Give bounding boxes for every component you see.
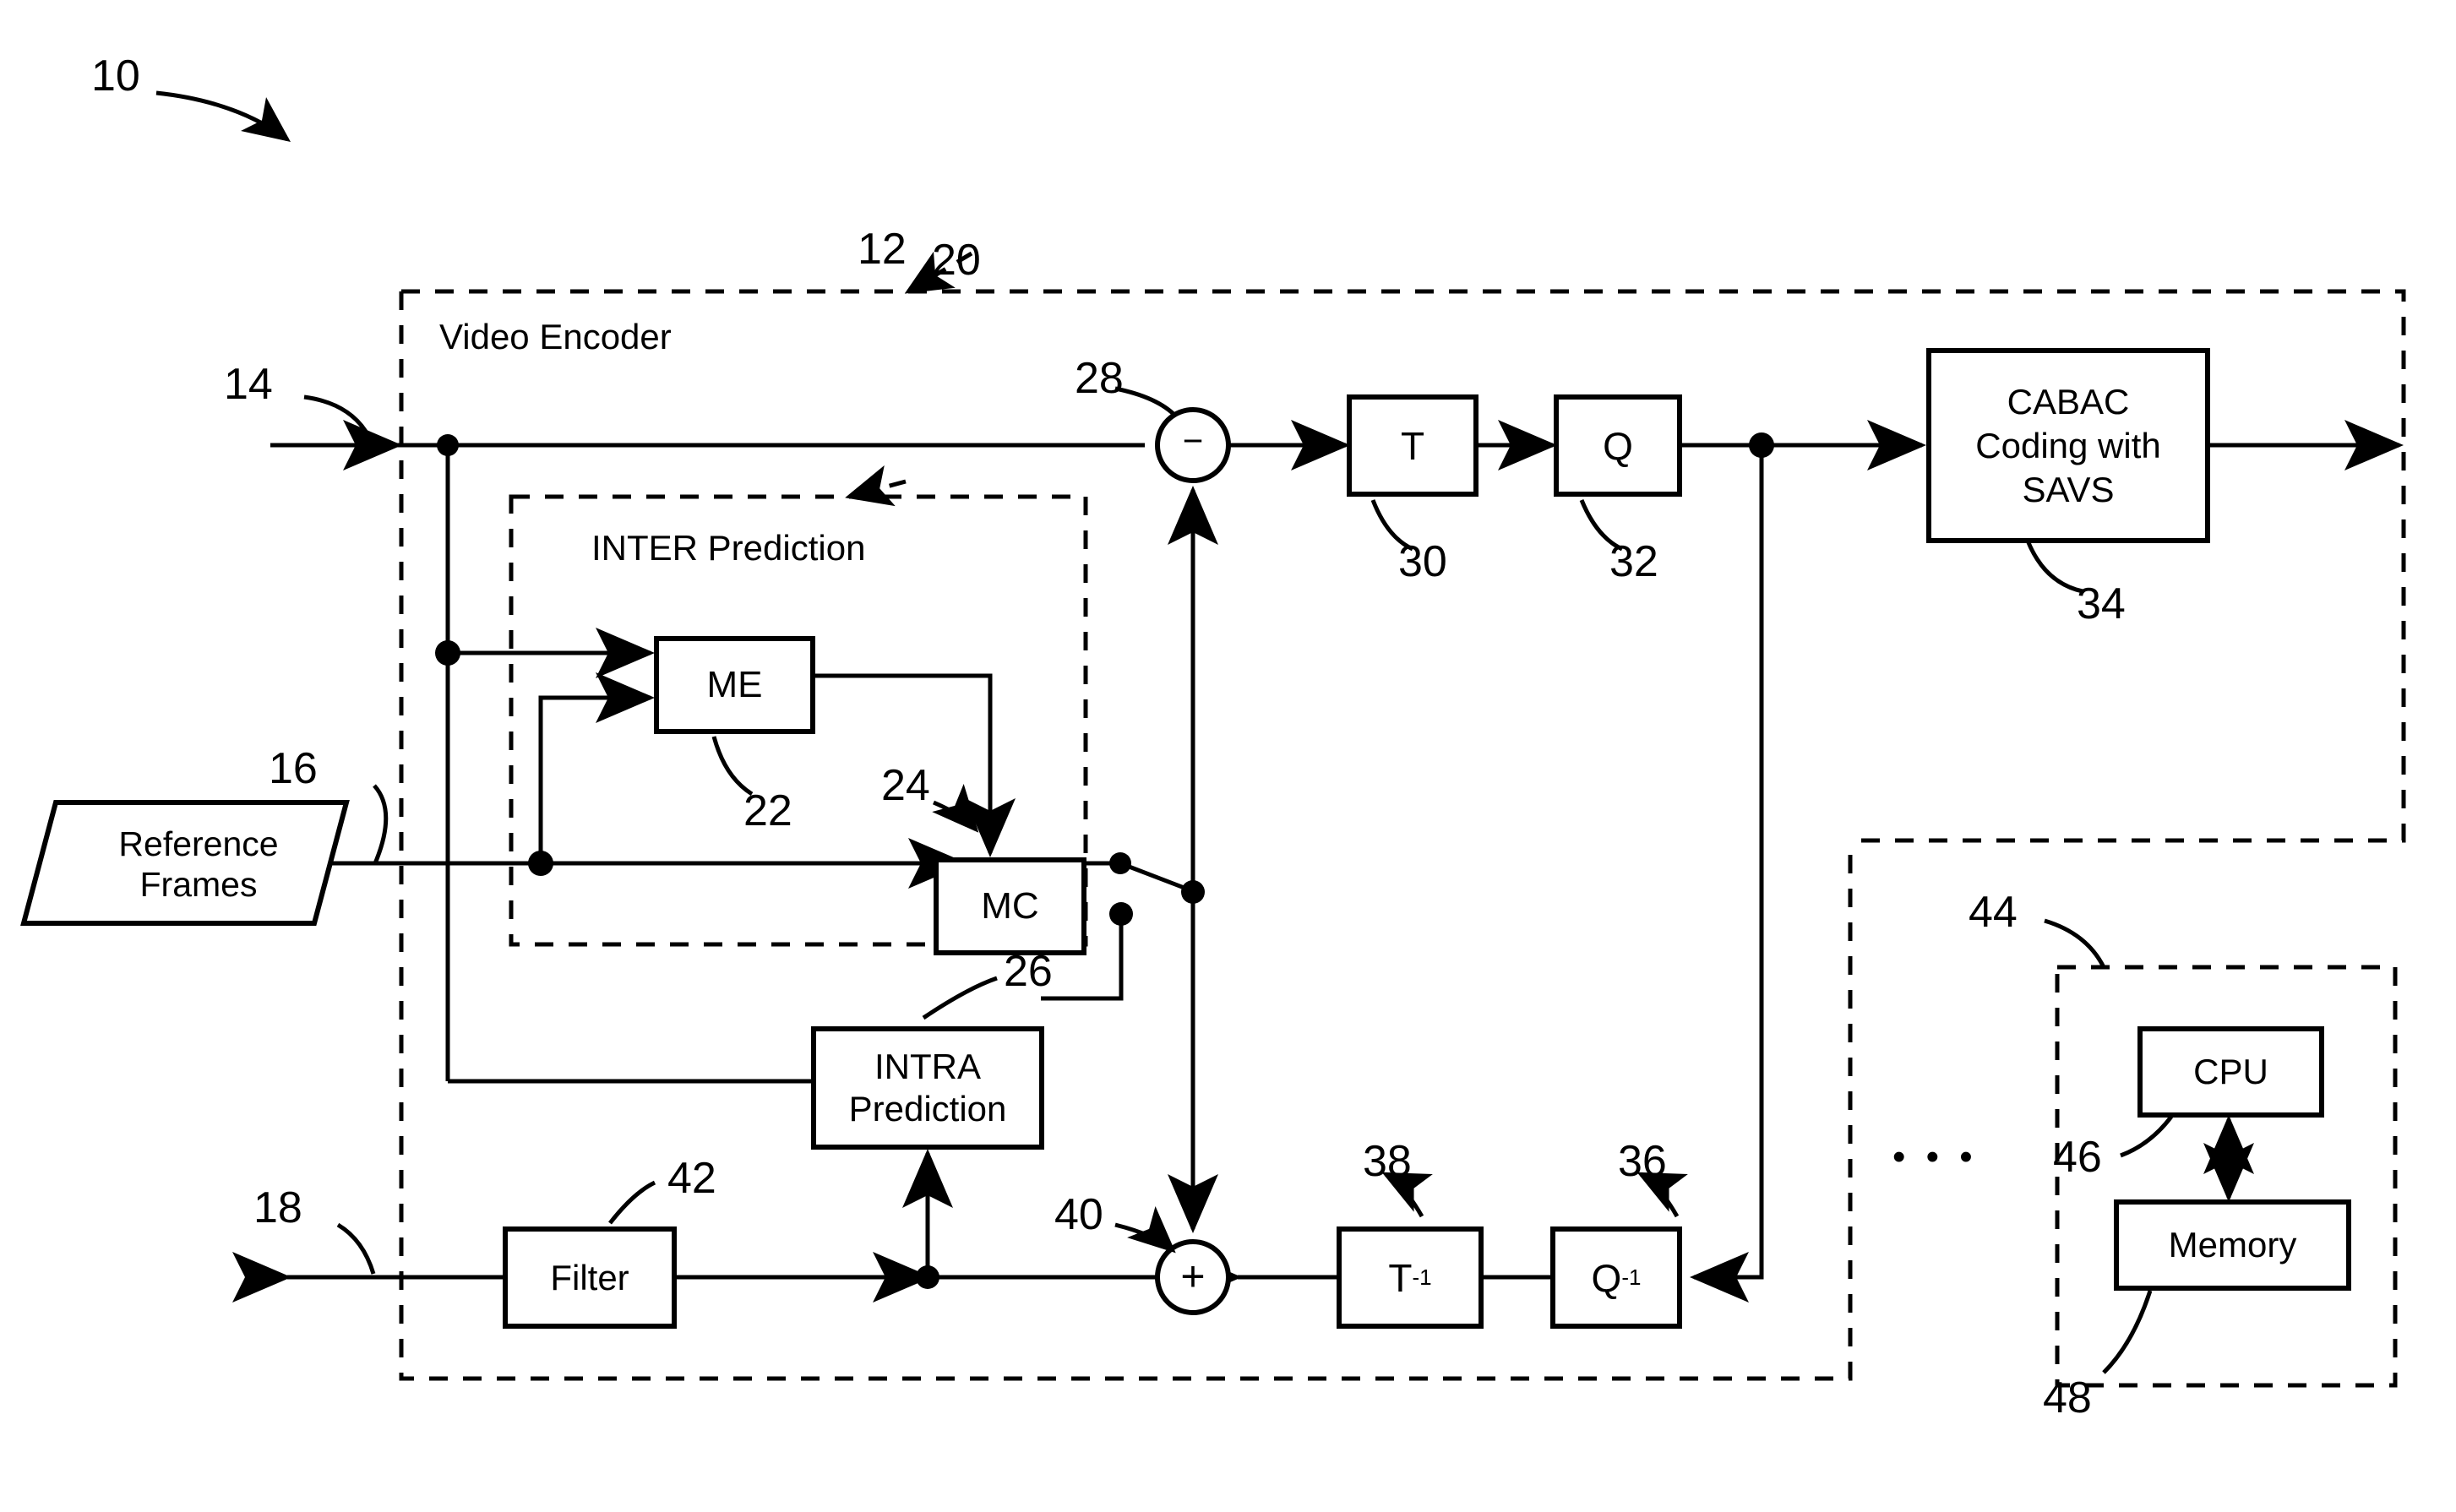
filter-ref-42: 42: [667, 1154, 716, 1203]
memory-block-label: Memory: [2168, 1225, 2297, 1265]
quantizer-block-label: Q: [1603, 423, 1633, 468]
cpu-ref-46: 46: [2053, 1133, 2102, 1182]
subtractor-ref-28: 28: [1075, 354, 1124, 403]
inverse-transform-ref-38: 38: [1363, 1137, 1412, 1186]
mc-block-label: MC: [981, 885, 1039, 927]
transform-ref-30: 30: [1398, 537, 1447, 586]
ellipsis-dots: • • •: [1892, 1136, 1978, 1178]
adder-ref-40: 40: [1054, 1190, 1103, 1239]
entropy-line-3: SAVS: [2022, 469, 2115, 509]
figure-ref-10: 10: [91, 52, 140, 101]
reference-frames-line2: Frames: [139, 865, 258, 904]
output-ref-18: 18: [253, 1183, 302, 1232]
memory-ref-48: 48: [2043, 1373, 2092, 1422]
transform-block-label: T: [1400, 423, 1425, 468]
mc-ref-24: 24: [881, 761, 930, 810]
inverse-quant-block-label: Q -1: [1553, 1229, 1680, 1326]
intra-line-2: Prediction: [848, 1089, 1007, 1129]
inverse-quant-ref-36: 36: [1618, 1137, 1667, 1186]
entropy-line-2: Coding with: [1975, 425, 2161, 465]
adder-symbol: +: [1180, 1253, 1206, 1300]
text-layer: 10 12 Video Encoder 14 16 Reference Fram…: [0, 0, 2456, 1512]
inverse-transform-block-label: T -1: [1339, 1229, 1481, 1326]
inverse-quant-exponent: -1: [1621, 1265, 1642, 1290]
input-ref-14: 14: [224, 360, 273, 409]
inverse-transform-exponent: -1: [1412, 1265, 1432, 1290]
filter-block-label: Filter: [550, 1257, 629, 1297]
inter-ref-20: 20: [932, 236, 981, 285]
processor-ref-44: 44: [1969, 888, 2018, 937]
intra-ref-26: 26: [1004, 947, 1053, 996]
encoder-ref-12: 12: [858, 225, 907, 274]
video-encoder-title: Video Encoder: [439, 317, 672, 356]
intra-prediction-label: INTRA Prediction: [814, 1029, 1042, 1147]
entropy-coding-label: CABAC Coding with SAVS: [1929, 351, 2208, 541]
cpu-block-label: CPU: [2193, 1052, 2268, 1091]
reference-frames-label: Reference Frames: [84, 824, 313, 905]
inter-prediction-title: INTER Prediction: [591, 528, 866, 568]
quantizer-ref-32: 32: [1609, 537, 1658, 586]
me-block-label: ME: [706, 664, 763, 705]
inverse-quant-letter: Q: [1591, 1255, 1622, 1300]
inverse-transform-letter: T: [1388, 1255, 1413, 1300]
me-ref-22: 22: [743, 786, 792, 835]
patent-figure-video-encoder: 10 12 Video Encoder 14 16 Reference Fram…: [0, 0, 2456, 1512]
reference-frames-line1: Reference: [118, 824, 279, 863]
entropy-ref-34: 34: [2077, 579, 2126, 628]
intra-line-1: INTRA: [874, 1047, 981, 1086]
entropy-line-1: CABAC: [2007, 381, 2130, 422]
subtractor-symbol: −: [1182, 421, 1204, 460]
reference-frames-ref-16: 16: [269, 744, 318, 793]
